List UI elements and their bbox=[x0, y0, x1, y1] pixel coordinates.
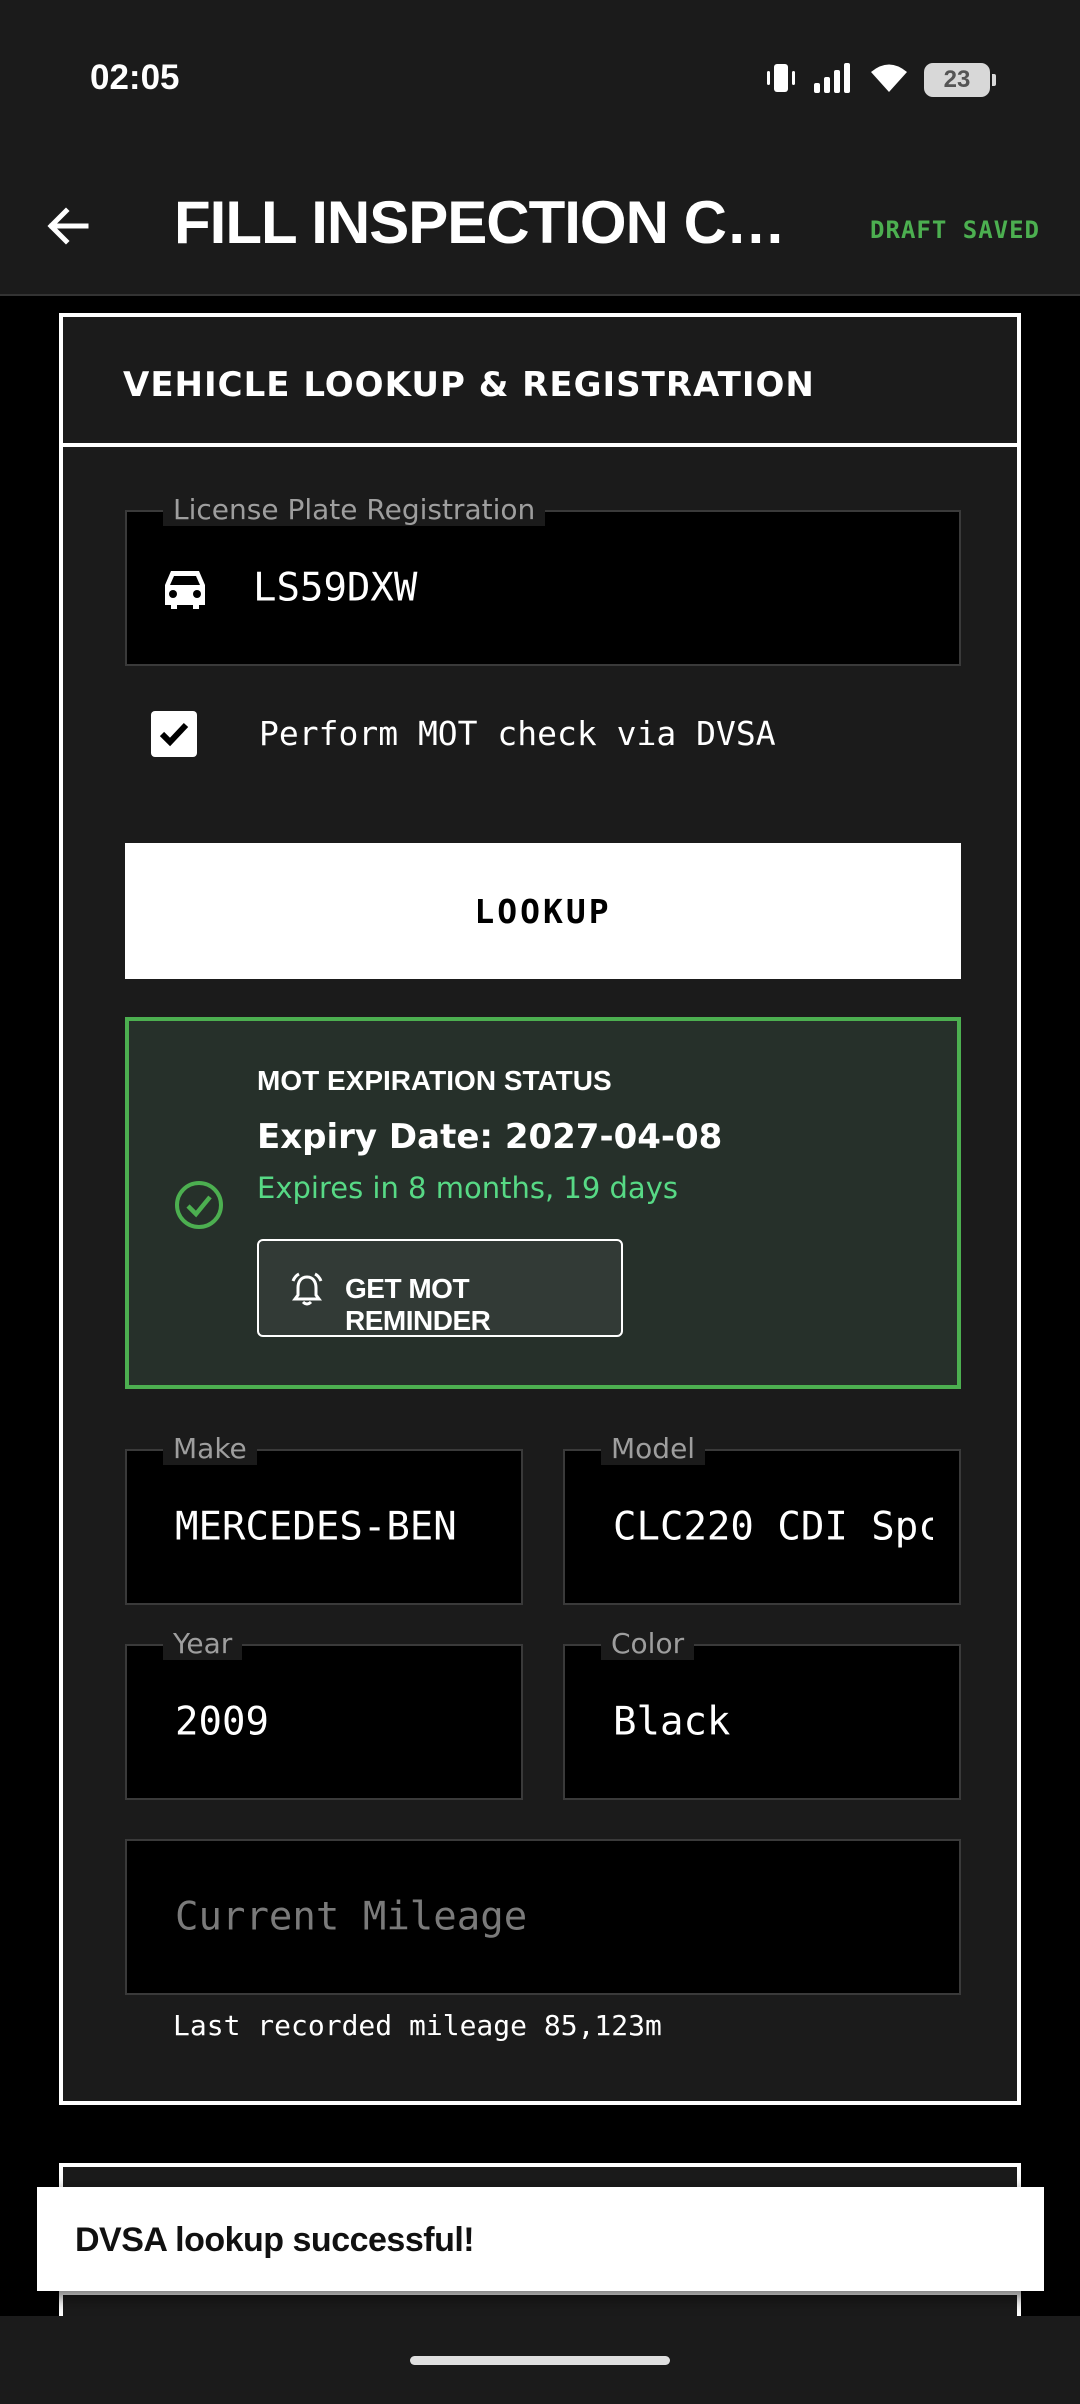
battery-level: 23 bbox=[943, 66, 971, 93]
color-input[interactable]: Black bbox=[613, 1700, 933, 1745]
check-circle-icon bbox=[175, 1181, 223, 1229]
battery-icon: 23 bbox=[924, 63, 996, 97]
card-divider bbox=[63, 2291, 1017, 2295]
page-title: FILL INSPECTION CHE... bbox=[174, 189, 794, 256]
mot-status-panel: MOT EXPIRATION STATUS Expiry Date: 2027-… bbox=[125, 1017, 961, 1389]
year-field[interactable]: Year 2009 bbox=[125, 1628, 523, 1800]
mileage-input[interactable]: Current Mileage bbox=[175, 1895, 527, 1940]
color-label: Color bbox=[601, 1628, 695, 1660]
app-bar: FILL INSPECTION CHE... DRAFT SAVED bbox=[0, 160, 1080, 296]
vibrate-icon bbox=[764, 61, 798, 99]
license-plate-input[interactable]: LS59DXW bbox=[253, 566, 933, 611]
system-nav-bar bbox=[0, 2316, 1080, 2404]
mot-reminder-label: GET MOT REMINDER bbox=[345, 1273, 491, 1336]
signal-icon bbox=[812, 61, 854, 99]
arrow-left-icon bbox=[47, 207, 89, 245]
mot-status-title: MOT EXPIRATION STATUS bbox=[257, 1065, 612, 1096]
mot-check-label: Perform MOT check via DVSA bbox=[259, 714, 776, 753]
mot-reminder-button[interactable]: GET MOT REMINDER bbox=[257, 1239, 623, 1337]
mot-expiry-date: Expiry Date: 2027-04-08 bbox=[257, 1117, 723, 1157]
mileage-field[interactable]: Current Mileage bbox=[125, 1839, 961, 1995]
model-input[interactable]: CLC220 CDI Spc bbox=[613, 1505, 933, 1550]
mot-remaining-time: Expires in 8 months, 19 days bbox=[257, 1171, 678, 1205]
make-label: Make bbox=[163, 1433, 257, 1465]
vehicle-lookup-card: VEHICLE LOOKUP & REGISTRATION License Pl… bbox=[59, 313, 1021, 2105]
model-field[interactable]: Model CLC220 CDI Spc bbox=[563, 1433, 961, 1605]
wifi-icon bbox=[868, 61, 910, 99]
mot-check-checkbox[interactable] bbox=[151, 711, 197, 757]
back-button[interactable] bbox=[38, 196, 98, 256]
license-plate-label: License Plate Registration bbox=[163, 494, 546, 526]
toast-message: DVSA lookup successful! bbox=[75, 2221, 475, 2259]
color-field[interactable]: Color Black bbox=[563, 1628, 961, 1800]
status-icons: 23 bbox=[764, 60, 996, 100]
alarm-bell-icon bbox=[291, 1272, 323, 1306]
license-plate-field[interactable]: License Plate Registration LS59DXW bbox=[125, 494, 961, 666]
home-indicator[interactable] bbox=[410, 2356, 670, 2365]
draft-status: DRAFT SAVED bbox=[870, 216, 1040, 244]
mileage-helper-text: Last recorded mileage 85,123m bbox=[173, 2009, 662, 2042]
make-input[interactable]: MERCEDES-BEN bbox=[175, 1505, 495, 1550]
checkmark-icon bbox=[159, 722, 189, 747]
model-label: Model bbox=[601, 1433, 706, 1465]
card-title: VEHICLE LOOKUP & REGISTRATION bbox=[123, 365, 815, 405]
year-label: Year bbox=[163, 1628, 243, 1660]
lookup-button[interactable]: LOOKUP bbox=[125, 843, 961, 979]
card-header: VEHICLE LOOKUP & REGISTRATION bbox=[63, 317, 1017, 447]
snackbar-toast: DVSA lookup successful! bbox=[37, 2187, 1044, 2291]
year-input[interactable]: 2009 bbox=[175, 1700, 495, 1745]
make-field[interactable]: Make MERCEDES-BEN bbox=[125, 1433, 523, 1605]
status-bar: 02:05 23 bbox=[0, 0, 1080, 160]
status-time: 02:05 bbox=[90, 58, 180, 97]
car-icon bbox=[165, 571, 205, 609]
